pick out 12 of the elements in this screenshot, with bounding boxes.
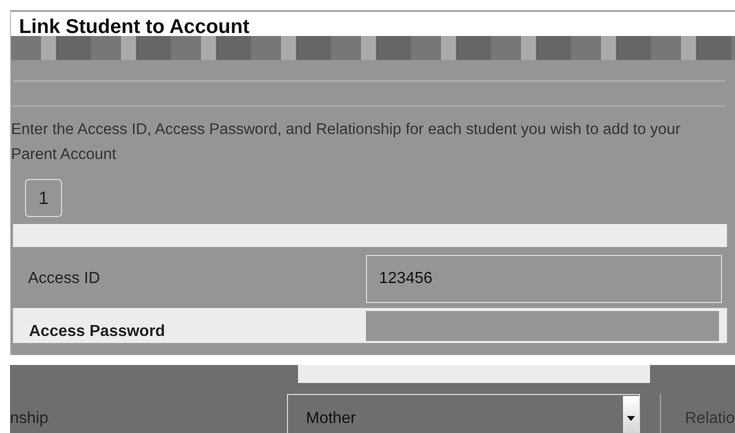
field-label: Access Password	[28, 322, 166, 342]
field-label: Relatio	[685, 408, 735, 428]
field-label: nship	[10, 408, 50, 428]
input-field[interactable]	[298, 365, 650, 383]
input-field[interactable]: 123456	[366, 255, 722, 303]
dialog-title: Link Student to Account	[11, 12, 735, 36]
input-field[interactable]	[366, 310, 719, 340]
instructions-text: Enter the Access ID, Access Password, and Relationship for each student you wish to add to your Parent Account	[11, 120, 682, 165]
relationship-select[interactable]: Mother	[287, 394, 640, 433]
field-label: Access ID	[27, 269, 102, 289]
caret-icon	[627, 416, 635, 421]
student-number: 1	[25, 179, 62, 217]
